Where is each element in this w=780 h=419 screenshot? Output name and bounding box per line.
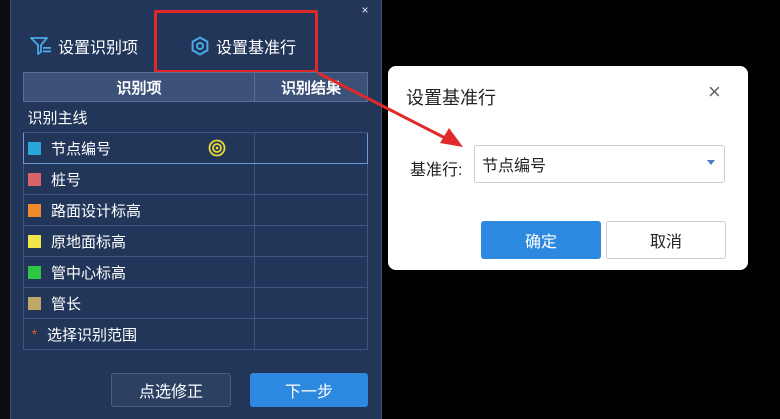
row-result[interactable] bbox=[254, 163, 368, 195]
table-row[interactable]: 路面设计标高 bbox=[23, 194, 368, 226]
color-swatch bbox=[28, 234, 41, 248]
row-label: 路面设计标高 bbox=[51, 202, 142, 220]
chevron-down-icon[interactable] bbox=[707, 160, 715, 165]
set-items-button[interactable]: 设置识别项 bbox=[30, 33, 138, 59]
row-label: 管长 bbox=[51, 295, 82, 313]
highlight-box bbox=[154, 10, 318, 73]
group-row: 识别主线 bbox=[23, 101, 368, 133]
recognition-table: 识别项 识别结果 识别主线 节点编号 桩号 路面设计标高 原地面标高 管中心标高… bbox=[23, 72, 368, 350]
color-swatch bbox=[28, 172, 41, 186]
table-row[interactable]: 管中心标高 bbox=[23, 256, 368, 288]
row-label: 节点编号 bbox=[51, 140, 112, 158]
table-row[interactable]: 原地面标高 bbox=[23, 225, 368, 257]
row-result[interactable] bbox=[254, 225, 368, 257]
table-header: 识别项 识别结果 bbox=[23, 72, 368, 102]
range-result[interactable] bbox=[254, 318, 368, 350]
table-row[interactable]: 桩号 bbox=[23, 163, 368, 195]
ok-button[interactable]: 确定 bbox=[481, 221, 601, 259]
base-row-label: 基准行: bbox=[410, 162, 463, 179]
dialog-close-icon[interactable]: × bbox=[708, 81, 721, 103]
base-row-value: 节点编号 bbox=[482, 158, 547, 175]
panel-close-icon[interactable]: × bbox=[357, 3, 373, 17]
color-swatch bbox=[28, 203, 41, 217]
set-items-label: 设置识别项 bbox=[58, 40, 139, 57]
range-row[interactable]: * 选择识别范围 bbox=[23, 318, 368, 350]
color-swatch bbox=[28, 296, 41, 310]
row-result[interactable] bbox=[254, 287, 368, 319]
dialog-title: 设置基准行 bbox=[406, 88, 496, 108]
row-label: 桩号 bbox=[51, 171, 82, 189]
header-items: 识别项 bbox=[23, 72, 255, 102]
range-label: 选择识别范围 bbox=[47, 326, 138, 344]
group-label: 识别主线 bbox=[27, 109, 88, 127]
left-edge bbox=[0, 0, 10, 419]
row-label: 原地面标高 bbox=[51, 233, 127, 251]
table-row[interactable]: 管长 bbox=[23, 287, 368, 319]
color-swatch bbox=[28, 265, 41, 279]
base-row-select[interactable]: 节点编号 bbox=[474, 145, 725, 183]
target-icon[interactable] bbox=[208, 139, 226, 157]
next-step-button[interactable]: 下一步 bbox=[250, 373, 368, 407]
header-result: 识别结果 bbox=[254, 72, 368, 102]
row-result[interactable] bbox=[254, 194, 368, 226]
row-label: 管中心标高 bbox=[51, 264, 127, 282]
table-row[interactable]: 节点编号 bbox=[23, 132, 368, 164]
color-swatch bbox=[28, 141, 41, 155]
row-result[interactable] bbox=[254, 132, 368, 164]
row-result[interactable] bbox=[254, 256, 368, 288]
required-marker: * bbox=[31, 326, 38, 342]
cancel-button[interactable]: 取消 bbox=[606, 221, 726, 259]
point-fix-button[interactable]: 点选修正 bbox=[111, 373, 231, 407]
filter-icon bbox=[30, 37, 51, 55]
set-base-row-dialog: 设置基准行 × 基准行: 节点编号 确定 取消 bbox=[388, 66, 748, 270]
